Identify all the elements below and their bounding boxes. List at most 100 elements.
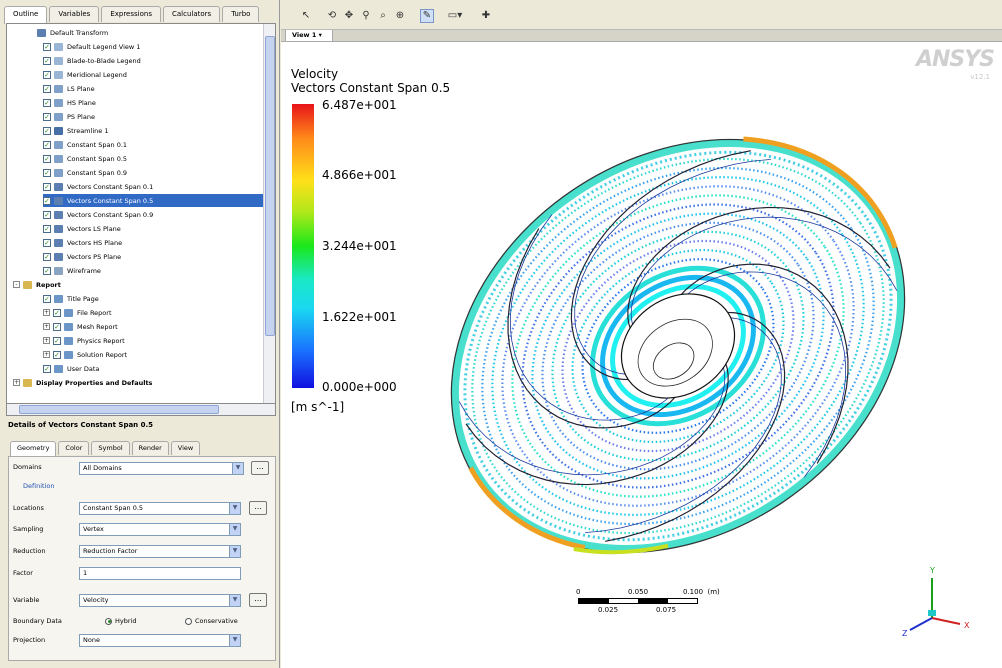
expand-icon[interactable]: + <box>43 337 50 344</box>
visibility-checkbox[interactable]: ✓ <box>53 308 61 317</box>
tree-item-label: Meridional Legend <box>67 70 127 79</box>
tree-item[interactable]: ✓ Vectors PS Plane <box>43 250 263 263</box>
visibility-checkbox[interactable]: ✓ <box>43 126 51 135</box>
tree-item[interactable]: ✓ Constant Span 0.5 <box>43 152 263 165</box>
visibility-checkbox[interactable]: ✓ <box>43 98 51 107</box>
visibility-checkbox[interactable]: ✓ <box>43 42 51 51</box>
expand-icon[interactable]: + <box>43 323 50 330</box>
hub-opening <box>620 293 736 399</box>
probe-tool-icon[interactable]: ✎ <box>420 9 434 23</box>
expand-icon[interactable]: + <box>43 309 50 316</box>
tree-horizontal-scrollbar[interactable] <box>6 403 276 416</box>
tree-item[interactable]: + ✓ Physics Report <box>43 334 263 347</box>
visibility-checkbox[interactable]: ✓ <box>43 154 51 163</box>
tree-item[interactable]: ✓ Wireframe <box>43 264 263 277</box>
projection-select[interactable]: None ▼ <box>79 634 241 647</box>
visibility-checkbox[interactable]: ✓ <box>43 224 51 233</box>
visibility-checkbox[interactable]: ✓ <box>43 294 51 303</box>
scale-label-075: 0.075 <box>656 606 677 614</box>
tree-item[interactable]: ✓ HS Plane <box>43 96 263 109</box>
visibility-checkbox[interactable]: ✓ <box>43 84 51 93</box>
tree-item[interactable]: - Report <box>13 278 263 291</box>
tab-variables[interactable]: Variables <box>49 6 100 22</box>
visibility-checkbox[interactable]: ✓ <box>43 266 51 275</box>
tree-item[interactable]: ✓ Default Legend View 1 <box>43 40 263 53</box>
pan-tool-icon[interactable]: ✥ <box>342 9 356 23</box>
tree-item[interactable]: ✓ Vectors Constant Span 0.1 <box>43 180 263 193</box>
visibility-checkbox[interactable]: ✓ <box>53 350 61 359</box>
locations-ellipsis-button[interactable]: ... <box>249 501 267 515</box>
tree-item[interactable]: ✓ Vectors Constant Span 0.5 <box>43 194 263 207</box>
tab-turbo[interactable]: Turbo <box>222 6 260 22</box>
tree-item[interactable]: ✓ PS Plane <box>43 110 263 123</box>
tab-render[interactable]: Render <box>131 441 169 455</box>
expand-icon[interactable]: + <box>43 351 50 358</box>
pick-tool-icon[interactable]: ✚ <box>479 9 493 23</box>
tree-item[interactable]: ✓ Streamline 1 <box>43 124 263 137</box>
projection-label: Projection <box>13 636 46 644</box>
tree-item[interactable]: ✓ Constant Span 0.9 <box>43 166 263 179</box>
factor-input[interactable]: 1 <box>79 567 241 580</box>
tree-item[interactable]: ✓ Vectors HS Plane <box>43 236 263 249</box>
tab-view[interactable]: View <box>170 441 201 455</box>
visibility-checkbox[interactable]: ✓ <box>53 336 61 345</box>
domains-ellipsis-button[interactable]: ... <box>251 461 269 475</box>
zoom-fit-icon[interactable]: ⊕ <box>393 9 407 23</box>
view-1-tab[interactable]: View 1 ▾ <box>285 30 333 42</box>
viewport-layout-icon[interactable]: ▭▾ <box>443 9 467 23</box>
tree-vertical-scrollbar[interactable] <box>263 24 275 415</box>
boundary-hybrid-radio[interactable]: Hybrid <box>105 614 136 628</box>
visibility-checkbox[interactable]: ✓ <box>43 140 51 149</box>
collapse-icon[interactable]: - <box>13 281 20 288</box>
expand-icon[interactable]: + <box>13 379 20 386</box>
tab-calculators[interactable]: Calculators <box>162 6 221 22</box>
domains-select[interactable]: All Domains ▼ <box>79 462 244 475</box>
tree-item[interactable]: ✓ Vectors LS Plane <box>43 222 263 235</box>
sampling-select[interactable]: Vertex ▼ <box>79 523 241 536</box>
locations-select[interactable]: Constant Span 0.5 ▼ <box>79 502 241 515</box>
visibility-checkbox[interactable]: ✓ <box>43 364 51 373</box>
tree-scroll-thumb[interactable] <box>265 36 275 336</box>
tree-item[interactable]: ✓ Blade-to-Blade Legend <box>43 54 263 67</box>
variable-select[interactable]: Velocity ▼ <box>79 594 241 607</box>
reduction-select[interactable]: Reduction Factor ▼ <box>79 545 241 558</box>
tree-item[interactable]: ✓ LS Plane <box>43 82 263 95</box>
zoom-tool-icon[interactable]: ⚲ <box>359 9 373 23</box>
boundary-conservative-radio[interactable]: Conservative <box>185 614 238 628</box>
rotate-tool-icon[interactable]: ⟲ <box>325 9 339 23</box>
visibility-checkbox[interactable]: ✓ <box>43 56 51 65</box>
tree-item[interactable]: Default Transform <box>37 26 263 39</box>
tab-color[interactable]: Color <box>58 441 90 455</box>
tab-symbol[interactable]: Symbol <box>91 441 130 455</box>
visibility-checkbox[interactable]: ✓ <box>43 196 51 205</box>
tree-item[interactable]: + ✓ Solution Report <box>43 348 263 361</box>
visibility-checkbox[interactable]: ✓ <box>43 252 51 261</box>
visibility-checkbox[interactable]: ✓ <box>43 168 51 177</box>
visibility-checkbox[interactable]: ✓ <box>43 70 51 79</box>
tree-item[interactable]: ✓ Title Page <box>43 292 263 305</box>
locations-label: Locations <box>13 504 44 512</box>
tab-expressions[interactable]: Expressions <box>101 6 161 22</box>
radio-icon <box>185 617 192 625</box>
visibility-checkbox[interactable]: ✓ <box>43 210 51 219</box>
tree-item[interactable]: ✓ User Data <box>43 362 263 375</box>
tree-item[interactable]: + ✓ Mesh Report <box>43 320 263 333</box>
visibility-checkbox[interactable]: ✓ <box>43 182 51 191</box>
tab-geometry[interactable]: Geometry <box>10 441 57 457</box>
tree-item[interactable]: + Display Properties and Defaults <box>13 376 263 389</box>
3d-viewport[interactable]: ANSYS v12.1 Velocity Vectors Constant Sp… <box>281 43 1002 668</box>
visibility-checkbox[interactable]: ✓ <box>43 238 51 247</box>
tree-item[interactable]: ✓ Meridional Legend <box>43 68 263 81</box>
select-tool-icon[interactable]: ↖ <box>299 9 313 23</box>
tree-item[interactable]: + ✓ File Report <box>43 306 263 319</box>
visibility-checkbox[interactable]: ✓ <box>43 112 51 121</box>
visibility-checkbox[interactable]: ✓ <box>53 322 61 331</box>
zoom-box-icon[interactable]: ⌕ <box>376 9 390 23</box>
variable-ellipsis-button[interactable]: ... <box>249 593 267 607</box>
tree-item-label: Vectors Constant Span 0.5 <box>67 196 154 205</box>
tab-outline[interactable]: Outline <box>4 6 48 24</box>
tree-hscroll-thumb[interactable] <box>19 405 219 414</box>
cfd-post-window: Outline Variables Expressions Calculator… <box>0 0 1002 668</box>
tree-item[interactable]: ✓ Vectors Constant Span 0.9 <box>43 208 263 221</box>
tree-item[interactable]: ✓ Constant Span 0.1 <box>43 138 263 151</box>
